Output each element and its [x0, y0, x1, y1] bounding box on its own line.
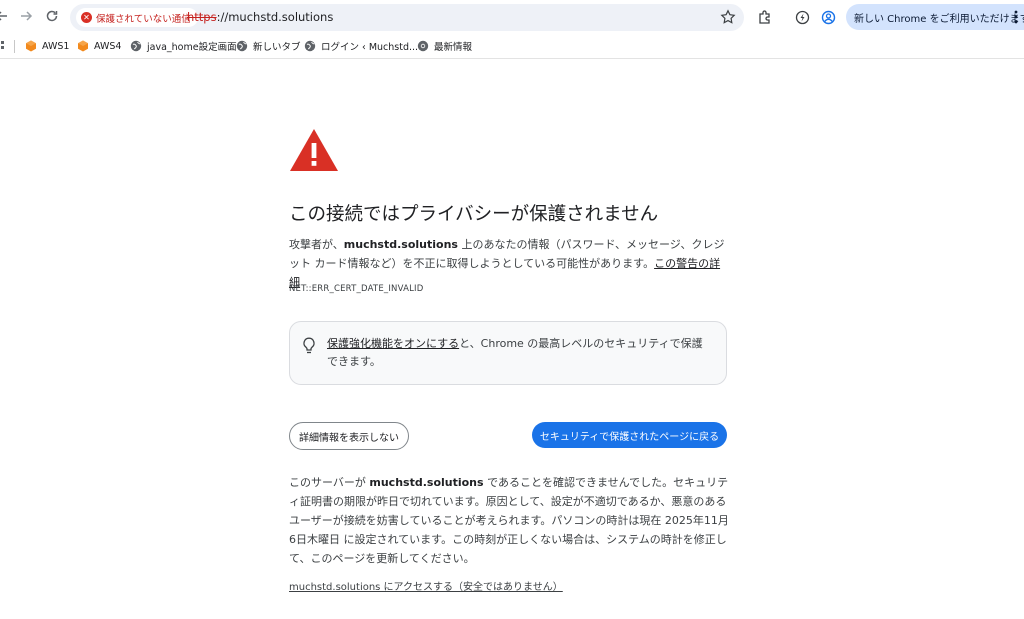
bookmark-label: 新しいタブ: [253, 42, 301, 53]
more-menu-icon[interactable]: [1009, 8, 1023, 26]
warning-triangle-icon: [290, 129, 338, 171]
reload-button[interactable]: [42, 6, 62, 26]
page-title: この接続ではプライバシーが保護されません: [289, 204, 659, 225]
proceed-unsafe-link[interactable]: muchstd.solutions にアクセスする（安全ではありません）: [289, 578, 563, 593]
url-host: ://muchstd.solutions: [216, 10, 334, 24]
lightbulb-icon: [303, 337, 315, 354]
security-chip-label: 保護されていない通信: [96, 13, 191, 25]
bookmark-label: java_home設定画面: [147, 42, 237, 53]
globe-icon: [236, 40, 248, 52]
bookmark-java-home[interactable]: java_home設定画面: [130, 38, 237, 54]
desc-prefix: 攻撃者が、: [289, 238, 344, 251]
bookmark-label: ログイン ‹ Muchstd...: [321, 42, 419, 53]
desc-domain: muchstd.solutions: [343, 238, 458, 251]
globe-icon: [130, 40, 142, 52]
forward-arrow-icon: [21, 11, 33, 21]
apps-button[interactable]: [0, 38, 6, 57]
bookmark-star-button[interactable]: [720, 9, 736, 29]
promo-text: 保護強化機能をオンにすると、Chrome の最高レベルのセキュリティで保護できま…: [327, 335, 712, 371]
aws-icon: [78, 40, 88, 52]
url-text[interactable]: https://muchstd.solutions: [187, 10, 333, 24]
bookmark-aws4[interactable]: AWS4: [77, 38, 121, 54]
enhanced-protection-link[interactable]: 保護強化機能をオンにする: [327, 337, 459, 350]
details-prefix: このサーバーが: [289, 476, 370, 489]
chrome-update-label: 新しい Chrome をご利用いただけます: [854, 14, 1024, 25]
apps-grid-icon: [1, 41, 4, 49]
bookmark-label: 最新情報: [434, 42, 473, 53]
bookmark-aws1[interactable]: AWS1: [25, 38, 69, 54]
star-icon: [720, 9, 736, 24]
puzzle-icon: [758, 9, 770, 24]
bookmark-separator: [14, 40, 15, 53]
details-text: このサーバーが muchstd.solutions であることを確認できませんで…: [289, 473, 729, 568]
bookmark-label: AWS1: [42, 40, 70, 52]
globe-icon: [304, 40, 316, 52]
bookmark-new-tab[interactable]: 新しいタブ: [236, 38, 301, 54]
bookmark-whats-new[interactable]: 最新情報: [417, 38, 472, 54]
details-rest: であることを確認できませんでした。セキュリティ証明書の期限が昨日で切れています。…: [289, 476, 729, 565]
aws-icon: [26, 40, 36, 52]
error-code: NET::ERR_CERT_DATE_INVALID: [289, 284, 424, 294]
enhanced-protection-promo: 保護強化機能をオンにすると、Chrome の最高レベルのセキュリティで保護できま…: [289, 321, 727, 385]
back-arrow-icon: [0, 11, 7, 21]
address-bar[interactable]: ✕ 保護されていない通信 https://muchstd.solutions: [70, 4, 744, 31]
back-button[interactable]: [0, 6, 12, 26]
profile-button[interactable]: [819, 8, 837, 26]
profile-icon: [821, 10, 835, 24]
lightning-icon: [795, 10, 809, 24]
url-scheme: https: [187, 10, 217, 24]
chrome-icon: [417, 40, 429, 52]
forward-button[interactable]: [16, 6, 36, 26]
hide-details-button[interactable]: 詳細情報を表示しない: [289, 422, 409, 450]
bookmark-label: AWS4: [94, 40, 122, 52]
details-domain: muchstd.solutions: [369, 476, 484, 489]
performance-button[interactable]: [793, 8, 811, 26]
bookmarks-bar: AWS1 AWS4 java_home設定画面 新しいタブ ログイン ‹ Muc…: [0, 34, 1024, 59]
back-to-safety-button[interactable]: セキュリティで保護されたページに戻る: [532, 422, 727, 448]
security-chip[interactable]: ✕ 保護されていない通信: [76, 8, 198, 27]
bookmark-login[interactable]: ログイン ‹ Muchstd...: [304, 38, 418, 54]
reload-icon: [46, 10, 58, 22]
chrome-update-button[interactable]: 新しい Chrome をご利用いただけます: [846, 4, 1024, 30]
browser-toolbar: ✕ 保護されていない通信 https://muchstd.solutions 新…: [0, 0, 1024, 34]
not-secure-icon: ✕: [81, 12, 92, 23]
extensions-button[interactable]: [755, 8, 773, 26]
